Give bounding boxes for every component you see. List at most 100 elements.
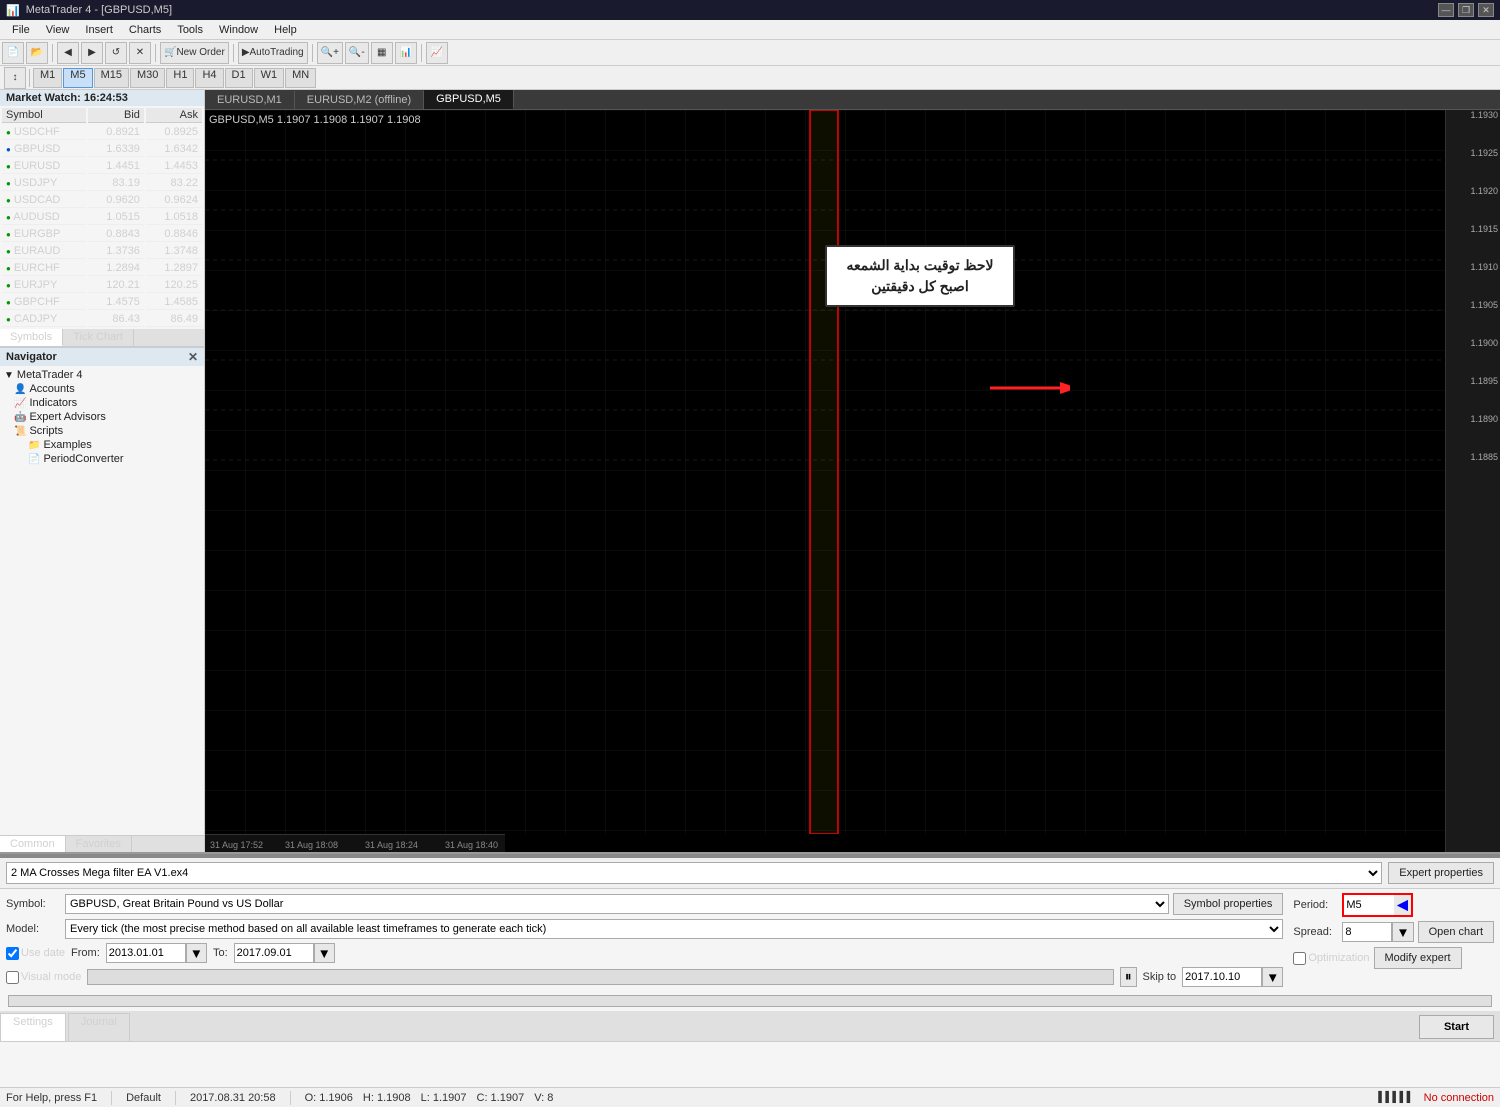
period-picker[interactable]: ◀ (1394, 895, 1410, 915)
from-date-picker[interactable]: ▼ (186, 943, 207, 963)
left-panel: Market Watch: 16:24:53 Symbol Bid Ask ● … (0, 90, 205, 852)
navigator-close-button[interactable]: ✕ (188, 350, 198, 364)
speed-slider[interactable] (87, 969, 1114, 985)
expert-properties-button[interactable]: Expert properties (1388, 862, 1494, 884)
visual-mode-checkbox[interactable] (6, 971, 19, 984)
common-tabs: Common Favorites (0, 835, 204, 852)
chart-tab-eurusdm2offline[interactable]: EURUSD,M2 (offline) (295, 91, 424, 109)
nav-item-scripts[interactable]: 📜Scripts (0, 424, 204, 438)
autotrading-button[interactable]: ▶ AutoTrading (238, 42, 308, 64)
from-date-input[interactable] (106, 943, 186, 963)
forward-button[interactable]: ▶ (81, 42, 103, 64)
open-chart-button[interactable]: Open chart (1418, 921, 1494, 943)
menu-window[interactable]: Window (211, 22, 266, 38)
market-watch-row[interactable]: ● CADJPY86.4386.49 (2, 312, 202, 327)
settings-tab[interactable]: Settings (0, 1013, 66, 1041)
market-watch-row[interactable]: ● EURUSD1.44511.4453 (2, 159, 202, 174)
new-order-button[interactable]: 🛒 New Order (160, 42, 229, 64)
period-m5[interactable]: M5 (63, 68, 92, 88)
journal-tab[interactable]: Journal (68, 1013, 130, 1041)
to-date-picker[interactable]: ▼ (314, 943, 335, 963)
common-tab[interactable]: Common (0, 836, 66, 852)
menu-tools[interactable]: Tools (169, 22, 211, 38)
price-label-0: 1.1930 (1470, 110, 1498, 120)
refresh-button[interactable]: ↺ (105, 42, 127, 64)
pause-button[interactable]: ⏸ (1120, 967, 1137, 987)
nav-item-examples[interactable]: 📁Examples (0, 438, 204, 452)
chart-bar-button[interactable]: 📊 (395, 42, 417, 64)
period-label: Period: (1293, 899, 1338, 911)
chart-tab-eurusdm1[interactable]: EURUSD,M1 (205, 91, 295, 109)
start-button[interactable]: Start (1419, 1015, 1494, 1039)
to-date-input[interactable] (234, 943, 314, 963)
symbol-select[interactable]: GBPUSD, Great Britain Pound vs US Dollar (65, 894, 1169, 914)
market-watch-row[interactable]: ● EURAUD1.37361.3748 (2, 244, 202, 259)
maximize-button[interactable]: ❐ (1458, 3, 1474, 17)
minimize-button[interactable]: — (1438, 3, 1454, 17)
market-watch-row[interactable]: ● EURCHF1.28941.2897 (2, 261, 202, 276)
help-text: For Help, press F1 (6, 1092, 97, 1104)
close-button[interactable]: ✕ (1478, 3, 1494, 17)
window-controls: — ❐ ✕ (1438, 3, 1494, 17)
visual-mode-label: Visual mode (6, 971, 81, 984)
market-watch-row[interactable]: ● USDCHF0.89210.8925 (2, 125, 202, 140)
menu-view[interactable]: View (38, 22, 78, 38)
symbol-properties-button[interactable]: Symbol properties (1173, 893, 1284, 915)
period-h1[interactable]: H1 (166, 68, 194, 88)
time-axis: 31 Aug 17:52 31 Aug 18:08 31 Aug 18:24 3… (205, 834, 505, 852)
status-profile: Default (126, 1092, 161, 1104)
menu-insert[interactable]: Insert (77, 22, 121, 38)
period-m30[interactable]: M30 (130, 68, 165, 88)
symbols-tab[interactable]: Symbols (0, 329, 63, 346)
period-w1[interactable]: W1 (254, 68, 285, 88)
model-select[interactable]: Every tick (the most precise method base… (65, 919, 1283, 939)
period-d1[interactable]: D1 (225, 68, 253, 88)
market-watch-row[interactable]: ● EURJPY120.21120.25 (2, 278, 202, 293)
market-watch-row[interactable]: ● USDJPY83.1983.22 (2, 176, 202, 191)
progress-area (8, 995, 1492, 1007)
period-mn[interactable]: MN (285, 68, 316, 88)
cursor-button[interactable]: ↕ (4, 67, 26, 89)
favorites-tab[interactable]: Favorites (66, 836, 132, 852)
zoom-out-button[interactable]: 🔍- (345, 42, 369, 64)
skip-to-input[interactable] (1182, 967, 1262, 987)
indicator-button[interactable]: 📈 (426, 42, 448, 64)
chart-type-button[interactable]: ▦ (371, 42, 393, 64)
st-model-row: Model: Every tick (the most precise meth… (6, 919, 1283, 939)
nav-item-metatrader-4[interactable]: ▼MetaTrader 4 (0, 368, 204, 382)
market-watch-row[interactable]: ● USDCAD0.96200.9624 (2, 193, 202, 208)
open-file-button[interactable]: 📂 (26, 42, 48, 64)
nav-item-expert-advisors[interactable]: 🤖Expert Advisors (0, 410, 204, 424)
use-date-checkbox[interactable] (6, 947, 19, 960)
spread-input[interactable] (1342, 922, 1392, 942)
back-button[interactable]: ◀ (57, 42, 79, 64)
optimization-checkbox[interactable] (1293, 952, 1306, 965)
symbol-tabs: Symbols Tick Chart (0, 329, 204, 347)
period-m1[interactable]: M1 (33, 68, 62, 88)
period-m15[interactable]: M15 (94, 68, 129, 88)
new-file-button[interactable]: 📄 (2, 42, 24, 64)
market-watch-row[interactable]: ● GBPCHF1.45751.4585 (2, 295, 202, 310)
st-spread-row: Spread: ▼ Open chart (1293, 921, 1494, 943)
market-watch-row[interactable]: ● AUDUSD1.05151.0518 (2, 210, 202, 225)
nav-item-periodconverter[interactable]: 📄PeriodConverter (0, 452, 204, 466)
menu-file[interactable]: File (4, 22, 38, 38)
stop-button[interactable]: ✕ (129, 42, 151, 64)
tick-chart-tab[interactable]: Tick Chart (63, 329, 134, 346)
period-input[interactable] (1344, 895, 1394, 915)
menu-charts[interactable]: Charts (121, 22, 169, 38)
menu-help[interactable]: Help (266, 22, 305, 38)
market-watch-row[interactable]: ● GBPUSD1.63391.6342 (2, 142, 202, 157)
modify-expert-button[interactable]: Modify expert (1374, 947, 1462, 969)
skip-to-picker[interactable]: ▼ (1262, 967, 1283, 987)
navigator-tree: ▼MetaTrader 4👤Accounts📈Indicators🤖Expert… (0, 366, 204, 468)
spread-picker[interactable]: ▼ (1392, 922, 1413, 942)
price-chart[interactable]: GBPUSD,M5 1.1907 1.1908 1.1907 1.1908 (205, 110, 1500, 852)
nav-item-indicators[interactable]: 📈Indicators (0, 396, 204, 410)
zoom-in-button[interactable]: 🔍+ (317, 42, 343, 64)
period-h4[interactable]: H4 (195, 68, 223, 88)
ea-dropdown[interactable]: 2 MA Crosses Mega filter EA V1.ex4 (6, 862, 1382, 884)
nav-item-accounts[interactable]: 👤Accounts (0, 382, 204, 396)
chart-tab-gbpusdm5[interactable]: GBPUSD,M5 (424, 90, 514, 109)
market-watch-row[interactable]: ● EURGBP0.88430.8846 (2, 227, 202, 242)
